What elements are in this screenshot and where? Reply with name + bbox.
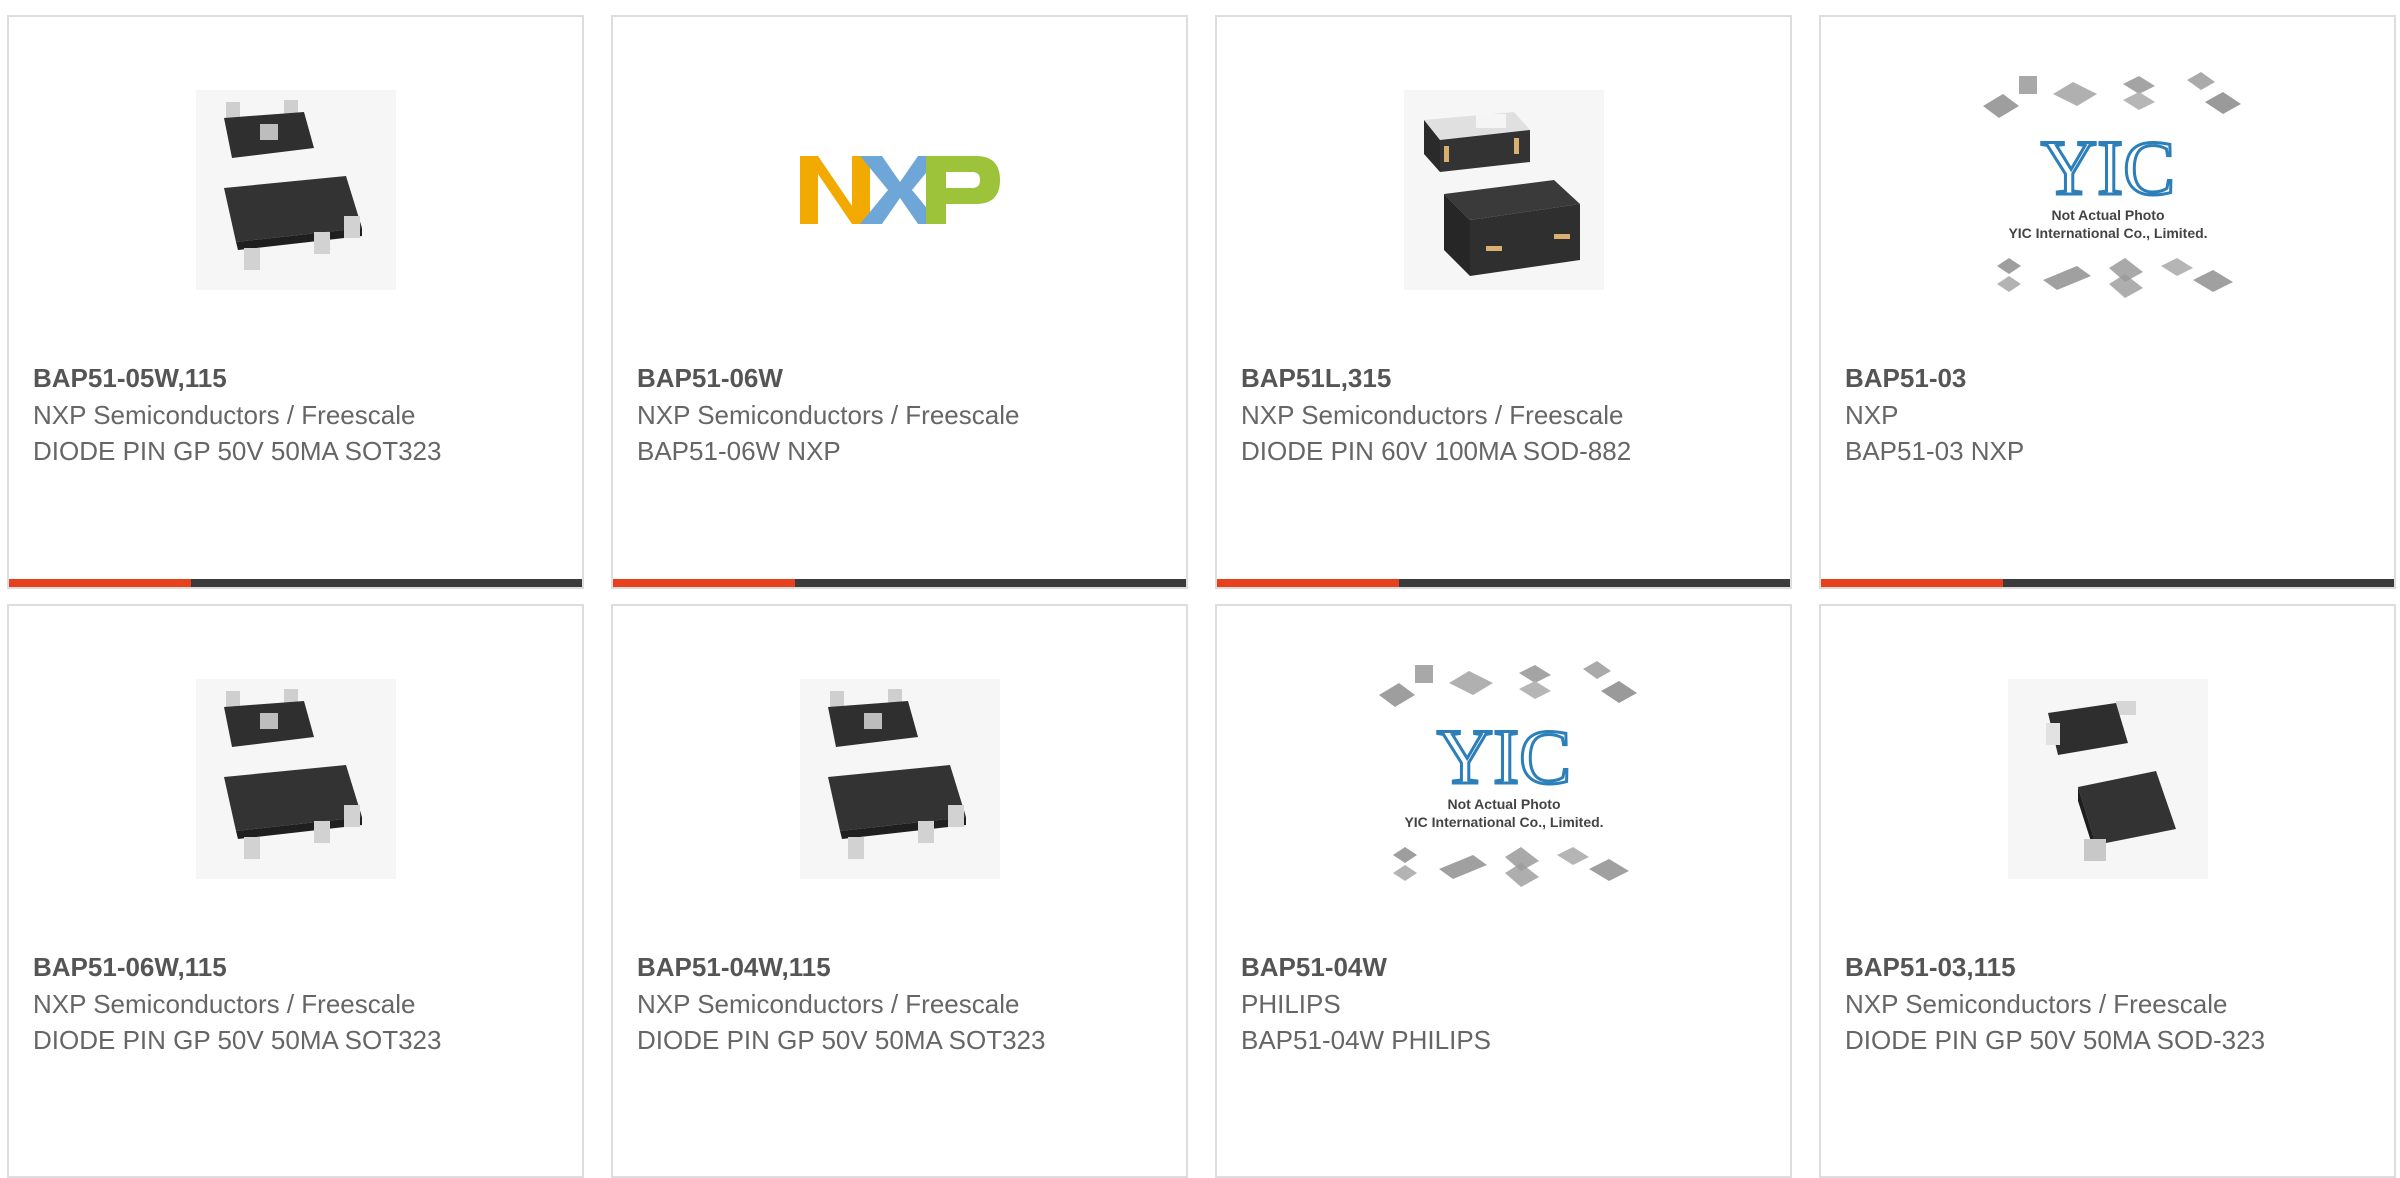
- manufacturer: NXP Semiconductors / Freescale: [1845, 989, 2228, 1019]
- part-number[interactable]: BAP51L,315: [1241, 359, 1671, 397]
- description: BAP51-06W NXP: [637, 436, 841, 466]
- product-card[interactable]: YIC Not Actual Photo YIC International C…: [1819, 15, 2396, 589]
- part-number[interactable]: BAP51-04W: [1241, 948, 1671, 986]
- manufacturer: NXP Semiconductors / Freescale: [33, 400, 416, 430]
- yic-company-text: YIC International Co., Limited.: [2008, 225, 2207, 241]
- part-number[interactable]: BAP51-05W,115: [33, 359, 463, 397]
- manufacturer: NXP: [1845, 400, 1899, 430]
- product-card[interactable]: BAP51-06W,115 NXP Semiconductors / Frees…: [7, 604, 584, 1178]
- yic-logo: YIC: [2040, 124, 2174, 211]
- part-number[interactable]: BAP51-06W: [637, 359, 1067, 397]
- part-number[interactable]: BAP51-04W,115: [637, 948, 1067, 986]
- description: DIODE PIN GP 50V 50MA SOD-323: [1845, 1025, 2266, 1055]
- product-card[interactable]: YIC Not Actual Photo YIC International C…: [1215, 604, 1792, 1178]
- part-number[interactable]: BAP51-06W,115: [33, 948, 463, 986]
- card-bar: [1821, 579, 2394, 587]
- card-bar: [613, 579, 1186, 587]
- yic-placeholder-image[interactable]: YIC Not Actual Photo YIC International C…: [1217, 606, 1790, 951]
- card-bar-accent: [1821, 579, 2003, 587]
- sot323-package-image[interactable]: [9, 606, 582, 951]
- product-grid: BAP51-05W,115 NXP Semiconductors / Frees…: [0, 0, 2400, 1178]
- sod882-package-image[interactable]: [1217, 17, 1790, 362]
- manufacturer: NXP Semiconductors / Freescale: [637, 400, 1020, 430]
- not-actual-photo-text: Not Actual Photo: [1447, 796, 1560, 812]
- sod323-package-image[interactable]: [1821, 606, 2394, 951]
- product-card[interactable]: BAP51-06W NXP Semiconductors / Freescale…: [611, 15, 1188, 589]
- card-bar-accent: [613, 579, 795, 587]
- product-card[interactable]: BAP51-05W,115 NXP Semiconductors / Frees…: [7, 15, 584, 589]
- card-bar-accent: [1217, 579, 1399, 587]
- manufacturer: NXP Semiconductors / Freescale: [637, 989, 1020, 1019]
- card-bar-accent: [9, 579, 191, 587]
- part-number[interactable]: BAP51-03: [1845, 359, 2275, 397]
- product-card[interactable]: BAP51L,315 NXP Semiconductors / Freescal…: [1215, 15, 1792, 589]
- card-bar: [9, 579, 582, 587]
- not-actual-photo-text: Not Actual Photo: [2051, 207, 2164, 223]
- sot323-package-image[interactable]: [9, 17, 582, 362]
- yic-logo: YIC: [1436, 713, 1570, 800]
- part-number[interactable]: BAP51-03,115: [1845, 948, 2275, 986]
- manufacturer: PHILIPS: [1241, 989, 1341, 1019]
- manufacturer: NXP Semiconductors / Freescale: [33, 989, 416, 1019]
- nxp-logo-image[interactable]: [613, 17, 1186, 362]
- description: DIODE PIN GP 50V 50MA SOT323: [33, 436, 442, 466]
- description: DIODE PIN GP 50V 50MA SOT323: [33, 1025, 442, 1055]
- description: DIODE PIN GP 50V 50MA SOT323: [637, 1025, 1046, 1055]
- product-card[interactable]: BAP51-04W,115 NXP Semiconductors / Frees…: [611, 604, 1188, 1178]
- card-bar: [1217, 579, 1790, 587]
- sot323-package-image[interactable]: [613, 606, 1186, 951]
- yic-placeholder-image[interactable]: YIC Not Actual Photo YIC International C…: [1821, 17, 2394, 362]
- yic-company-text: YIC International Co., Limited.: [1404, 814, 1603, 830]
- description: BAP51-04W PHILIPS: [1241, 1025, 1491, 1055]
- description: BAP51-03 NXP: [1845, 436, 2025, 466]
- description: DIODE PIN 60V 100MA SOD-882: [1241, 436, 1632, 466]
- product-card[interactable]: BAP51-03,115 NXP Semiconductors / Freesc…: [1819, 604, 2396, 1178]
- manufacturer: NXP Semiconductors / Freescale: [1241, 400, 1624, 430]
